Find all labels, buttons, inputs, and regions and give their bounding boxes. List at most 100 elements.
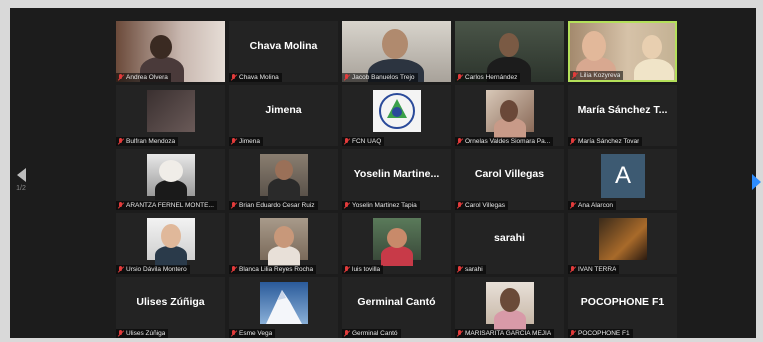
participant-body (154, 246, 187, 266)
participant-tile-jacob-banuelos-trejo[interactable]: Jacob Banuelos Trejo (342, 21, 451, 82)
muted-microphone-icon (457, 202, 463, 209)
participant-tile-carol-villegas[interactable]: Carol Villegas Carol Villegas (455, 149, 564, 210)
participant-name: IVAN TERRA (578, 266, 617, 273)
participant-tile-andrea-olvera[interactable]: Andrea Olvera (116, 21, 225, 82)
participant-tile-germinal-canto[interactable]: Germinal Cantó Germinal Cantó (342, 277, 451, 338)
participant-name-label: ARANTZA FERNEL MONTE... (116, 201, 217, 210)
participant-name: Yoselin Martinez Tapia (352, 202, 417, 209)
muted-microphone-icon (231, 74, 237, 81)
participant-body (267, 178, 300, 200)
avatar-initial: A (601, 154, 645, 198)
participant-name: Ana Alarcon (578, 202, 614, 209)
participant-name-label: Carlos Hernández (455, 73, 521, 82)
participant-tile-arantza-fernel-monte[interactable]: ARANTZA FERNEL MONTE... (116, 149, 225, 210)
participant-tile-sarahi[interactable]: sarahi sarahi (455, 213, 564, 274)
participant-name: Carlos Hernández (465, 74, 518, 81)
participant-name-label: María Sánchez Tovar (568, 137, 643, 146)
participant-name: Carol Villegas (465, 202, 505, 209)
participant-tile-ana-alarcon[interactable]: A Ana Alarcon (568, 149, 677, 210)
participant-display-name: sarahi (494, 232, 525, 244)
profile-picture (259, 282, 308, 324)
participant-tile-luis-tovilla[interactable]: luis tovilla (342, 213, 451, 274)
muted-microphone-icon (231, 266, 237, 273)
participant-tile-pocophone-f1[interactable]: POCOPHONE F1 POCOPHONE F1 (568, 277, 677, 338)
muted-microphone-icon (344, 330, 350, 337)
participant-head (499, 288, 520, 312)
participant-tile-carlos-hernandez[interactable]: Carlos Hernández (455, 21, 564, 82)
participant-name: Esme Vega (239, 330, 273, 337)
participant-tile-fcn-uaq[interactable]: FCN UAQ (342, 85, 451, 146)
muted-microphone-icon (457, 266, 463, 273)
participant-head (150, 35, 172, 59)
participant-tile-marisarita-garcia-mejia[interactable]: MARISARITA GARCIA MEJIA (455, 277, 564, 338)
participant-tile-yoselin-martinez-tapia[interactable]: Yoselin Martine... Yoselin Martinez Tapia (342, 149, 451, 210)
participant-name-label: Brian Eduardo Cesar Ruiz (229, 201, 318, 210)
muted-microphone-icon (570, 138, 576, 145)
participant-name-label: Ornelas Valdes Siomara Pa... (455, 137, 554, 146)
previous-page-button[interactable]: 1/2 (10, 168, 32, 208)
participant-name-label: Carol Villegas (455, 201, 508, 210)
muted-microphone-icon (118, 266, 124, 273)
participant-head (160, 224, 181, 248)
participant-tile-blanca-lilia-reyes-rocha[interactable]: Blanca Lilia Reyes Rocha (229, 213, 338, 274)
participant-body (154, 180, 187, 200)
participant-name: luis tovilla (352, 266, 381, 273)
participant-name-label: Ana Alarcon (568, 201, 617, 210)
participant-name: Brian Eduardo Cesar Ruiz (239, 202, 315, 209)
muted-microphone-icon (344, 202, 350, 209)
chevron-left-icon (16, 168, 26, 182)
participant-name: Ulises Zúñiga (126, 330, 166, 337)
participant-tile-ursio-davila-montero[interactable]: Ursio Dávila Montero (116, 213, 225, 274)
participant-body (380, 246, 413, 266)
participant-name: POCOPHONE F1 (578, 330, 630, 337)
muted-microphone-icon (570, 202, 576, 209)
muted-microphone-icon (231, 138, 237, 145)
profile-picture (259, 218, 308, 266)
profile-picture (598, 218, 647, 260)
participant-name-label: luis tovilla (342, 265, 384, 274)
participant-name-label: Jacob Banuelos Trejo (342, 73, 418, 82)
participant-name-label: Yoselin Martinez Tapia (342, 201, 420, 210)
participant-body (267, 246, 300, 266)
participant-display-name: Jimena (265, 104, 302, 116)
landscape-picture-icon (265, 290, 302, 324)
participant-tile-ornelas-valdes-siomara-pa[interactable]: Ornelas Valdes Siomara Pa... (455, 85, 564, 146)
page-indicator: 1/2 (16, 185, 26, 192)
participant-tile-brian-eduardo-cesar-ruiz[interactable]: Brian Eduardo Cesar Ruiz (229, 149, 338, 210)
participant-name: Bulfran Mendoza (126, 138, 176, 145)
muted-microphone-icon (118, 74, 124, 81)
participant-name: María Sánchez Tovar (578, 138, 640, 145)
participant-tile-bulfran-mendoza[interactable]: Bulfran Mendoza (116, 85, 225, 146)
participant-tile-lilia-kozyreva[interactable]: Lilia Kozyreva (568, 21, 677, 82)
participant-tile-ivan-terra[interactable]: IVAN TERRA (568, 213, 677, 274)
participant-tile-ulises-zuniga[interactable]: Ulises Zúñiga Ulises Zúñiga (116, 277, 225, 338)
participant-name-label: MARISARITA GARCIA MEJIA (455, 329, 555, 338)
participant-name: ARANTZA FERNEL MONTE... (126, 202, 214, 209)
muted-microphone-icon (118, 202, 124, 209)
muted-microphone-icon (231, 202, 237, 209)
participant-name: Lilia Kozyreva (580, 72, 621, 79)
participant-name: Jacob Banuelos Trejo (352, 74, 415, 81)
profile-picture (259, 154, 308, 200)
participant-tile-jimena[interactable]: Jimena Jimena (229, 85, 338, 146)
muted-microphone-icon (457, 138, 463, 145)
participant-name: Chava Molina (239, 74, 279, 81)
participant-display-name: Yoselin Martine... (353, 168, 440, 180)
participant-display-name: Carol Villegas (474, 168, 545, 180)
participant-head (158, 160, 183, 182)
participant-head (499, 33, 519, 57)
participant-name: MARISARITA GARCIA MEJIA (465, 330, 552, 337)
participant-name: Germinal Cantó (352, 330, 398, 337)
participant-tile-chava-molina[interactable]: Chava Molina Chava Molina (229, 21, 338, 82)
participant-name-label: sarahi (455, 265, 486, 274)
muted-microphone-icon (570, 330, 576, 337)
participant-display-name: Germinal Cantó (357, 296, 436, 308)
participant-name-label: Jimena (229, 137, 263, 146)
participant-tile-esme-vega[interactable]: Esme Vega (229, 277, 338, 338)
participant-tile-maria-sanchez-tovar[interactable]: María Sánchez T... María Sánchez Tovar (568, 85, 677, 146)
next-page-button[interactable] (752, 174, 761, 190)
muted-microphone-icon (231, 330, 237, 337)
participant-name-label: Lilia Kozyreva (570, 71, 624, 80)
profile-picture (485, 90, 534, 138)
participant-head (386, 228, 407, 248)
